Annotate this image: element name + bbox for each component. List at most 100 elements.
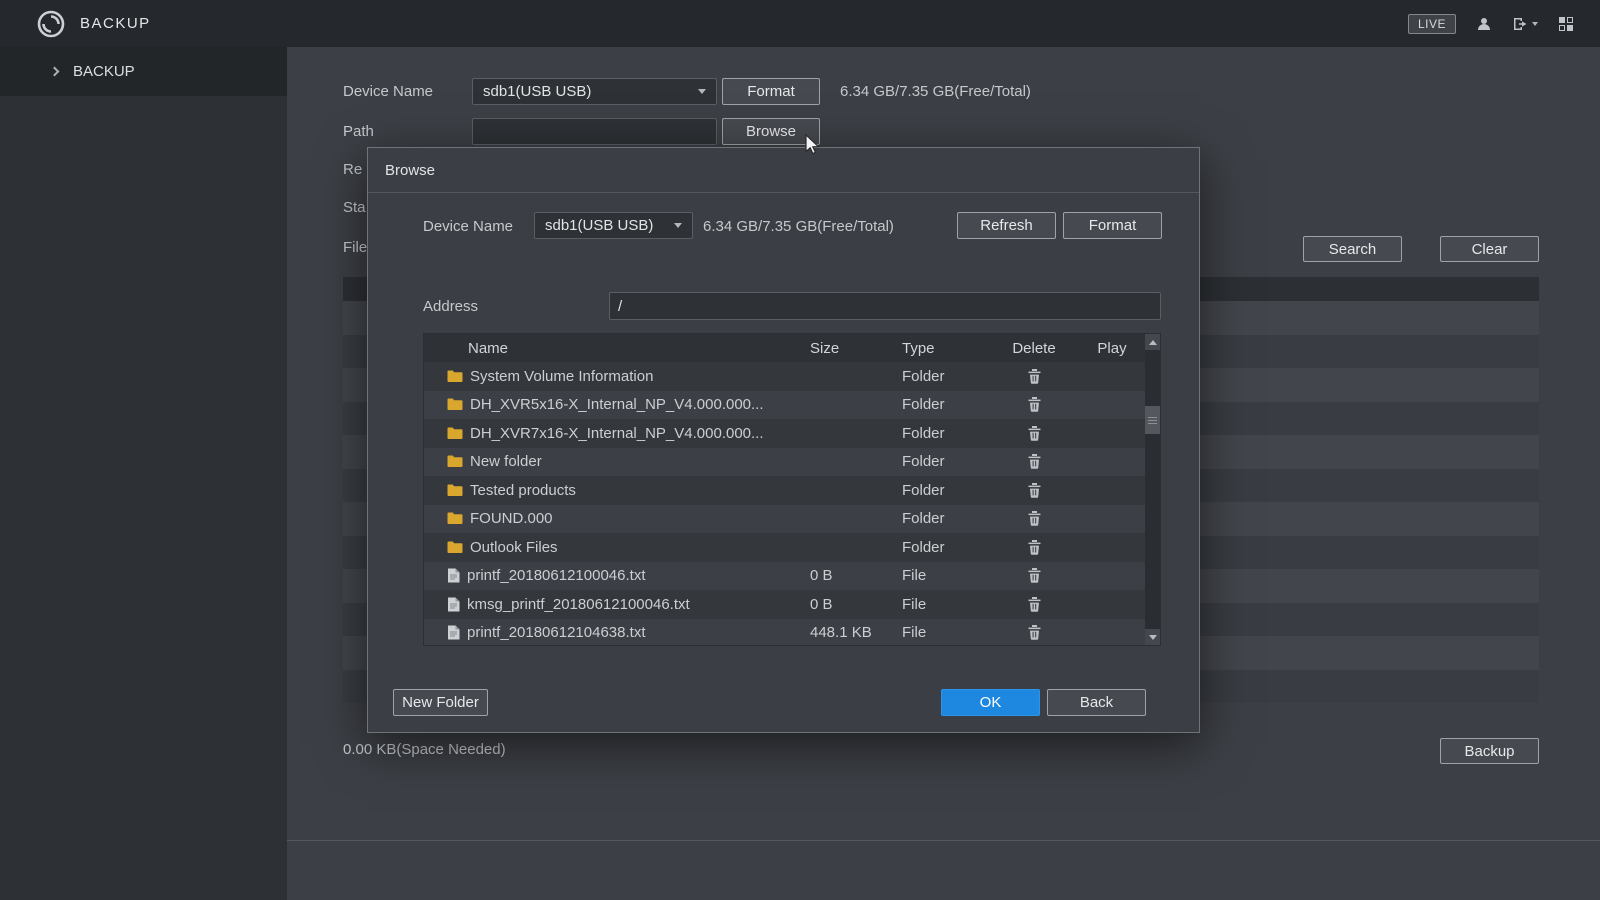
dialog-capacity-text: 6.34 GB/7.35 GB(Free/Total)	[703, 218, 894, 235]
type-cell: File	[902, 624, 989, 641]
file-row[interactable]: FOUND.000 Folder	[424, 505, 1145, 534]
format-button[interactable]: Format	[722, 78, 820, 105]
trash-icon[interactable]	[1028, 483, 1041, 498]
trash-icon[interactable]	[1028, 597, 1041, 612]
dialog-device-name-label: Device Name	[423, 218, 513, 235]
backup-button[interactable]: Backup	[1440, 738, 1539, 764]
file-browser: Name Size Type Delete Play	[423, 333, 1161, 646]
clear-button[interactable]: Clear	[1440, 236, 1539, 262]
trash-icon[interactable]	[1028, 454, 1041, 469]
name-cell-text: DH_XVR5x16-X_Internal_NP_V4.000.000...	[470, 396, 764, 413]
file-row[interactable]: printf_20180612100046.txt 0 B File	[424, 562, 1145, 591]
file-row[interactable]: printf_20180612104638.txt 448.1 KB File	[424, 619, 1145, 646]
name-cell-text: New folder	[470, 453, 542, 470]
name-cell-text: printf_20180612100046.txt	[467, 567, 645, 584]
type-cell: Folder	[902, 539, 989, 556]
page-title: BACKUP	[80, 15, 151, 32]
back-button[interactable]: Back	[1047, 689, 1146, 716]
chevron-down-icon	[674, 223, 682, 228]
type-cell: Folder	[902, 482, 989, 499]
column-type: Type	[902, 340, 989, 357]
device-name-value: sdb1(USB USB)	[483, 83, 591, 100]
device-name-label: Device Name	[343, 83, 433, 100]
trash-icon[interactable]	[1028, 511, 1041, 526]
file-list-body: System Volume Information Folder	[424, 362, 1145, 645]
path-label: Path	[343, 123, 374, 140]
logout-icon[interactable]	[1512, 16, 1538, 32]
scroll-up-button[interactable]	[1145, 334, 1160, 350]
chevron-down-icon	[1532, 22, 1538, 26]
start-label: Sta	[343, 199, 366, 216]
file-table-header: Name Size Type Delete Play	[424, 334, 1145, 362]
size-cell: 448.1 KB	[810, 624, 902, 641]
file-row[interactable]: System Volume Information Folder	[424, 362, 1145, 391]
dialog-device-name-select[interactable]: sdb1(USB USB)	[534, 212, 693, 239]
file-label: File	[343, 239, 367, 256]
file-row[interactable]: New folder Folder	[424, 448, 1145, 477]
scroll-track[interactable]	[1145, 350, 1160, 629]
type-cell: File	[902, 567, 989, 584]
column-name: Name	[424, 340, 810, 357]
address-input[interactable]	[609, 292, 1161, 320]
scroll-thumb[interactable]	[1145, 406, 1160, 434]
grid-icon[interactable]	[1558, 16, 1574, 32]
footer-divider	[287, 840, 1600, 841]
dialog-title: Browse	[368, 148, 1199, 193]
refresh-button[interactable]: Refresh	[957, 212, 1056, 239]
file-row[interactable]: DH_XVR5x16-X_Internal_NP_V4.000.000... F…	[424, 391, 1145, 420]
trash-icon[interactable]	[1028, 625, 1041, 640]
trash-icon[interactable]	[1028, 568, 1041, 583]
chevron-down-icon	[698, 89, 706, 94]
user-icon[interactable]	[1476, 16, 1492, 32]
topbar-actions: LIVE	[1408, 14, 1574, 34]
address-label: Address	[423, 298, 478, 315]
dialog-format-button[interactable]: Format	[1063, 212, 1162, 239]
file-row[interactable]: kmsg_printf_20180612100046.txt 0 B File	[424, 590, 1145, 619]
name-cell-text: Tested products	[470, 482, 576, 499]
name-cell-text: printf_20180612104638.txt	[467, 624, 645, 641]
type-cell: Folder	[902, 425, 989, 442]
file-row[interactable]: DH_XVR7x16-X_Internal_NP_V4.000.000... F…	[424, 419, 1145, 448]
app-logo-icon	[36, 9, 66, 39]
folder-icon	[447, 512, 463, 525]
file-row[interactable]: Outlook Files Folder	[424, 533, 1145, 562]
dialog-device-name-value: sdb1(USB USB)	[545, 217, 653, 234]
folder-icon	[447, 398, 463, 411]
sidebar-item-backup[interactable]: BACKUP	[0, 47, 287, 96]
file-icon	[447, 597, 460, 612]
scroll-down-button[interactable]	[1145, 629, 1160, 645]
name-cell-text: kmsg_printf_20180612100046.txt	[467, 596, 690, 613]
name-cell-text: FOUND.000	[470, 510, 553, 527]
size-cell: 0 B	[810, 596, 902, 613]
browse-dialog: Browse Device Name sdb1(USB USB) 6.34 GB…	[367, 147, 1200, 733]
record-label: Re	[343, 161, 362, 178]
type-cell: Folder	[902, 510, 989, 527]
name-cell-text: DH_XVR7x16-X_Internal_NP_V4.000.000...	[470, 425, 764, 442]
new-folder-button[interactable]: New Folder	[393, 689, 488, 716]
file-table: Name Size Type Delete Play	[424, 334, 1145, 645]
trash-icon[interactable]	[1028, 369, 1041, 384]
live-badge[interactable]: LIVE	[1408, 14, 1456, 34]
search-button[interactable]: Search	[1303, 236, 1402, 262]
type-cell: File	[902, 596, 989, 613]
backup-screen: BACKUP LIVE	[0, 0, 1600, 900]
file-row[interactable]: Tested products Folder	[424, 476, 1145, 505]
trash-icon[interactable]	[1028, 540, 1041, 555]
file-icon	[447, 568, 460, 583]
chevron-right-icon	[50, 67, 60, 77]
type-cell: Folder	[902, 368, 989, 385]
name-cell-text: Outlook Files	[470, 539, 558, 556]
trash-icon[interactable]	[1028, 426, 1041, 441]
scrollbar[interactable]	[1145, 334, 1160, 645]
browse-button[interactable]: Browse	[722, 118, 820, 145]
size-cell: 0 B	[810, 567, 902, 584]
path-input[interactable]	[472, 118, 717, 145]
type-cell: Folder	[902, 453, 989, 470]
folder-icon	[447, 455, 463, 468]
type-cell: Folder	[902, 396, 989, 413]
ok-button[interactable]: OK	[941, 689, 1040, 716]
topbar: BACKUP LIVE	[0, 0, 1600, 47]
trash-icon[interactable]	[1028, 397, 1041, 412]
sidebar: BACKUP	[0, 47, 287, 900]
device-name-select[interactable]: sdb1(USB USB)	[472, 78, 717, 105]
